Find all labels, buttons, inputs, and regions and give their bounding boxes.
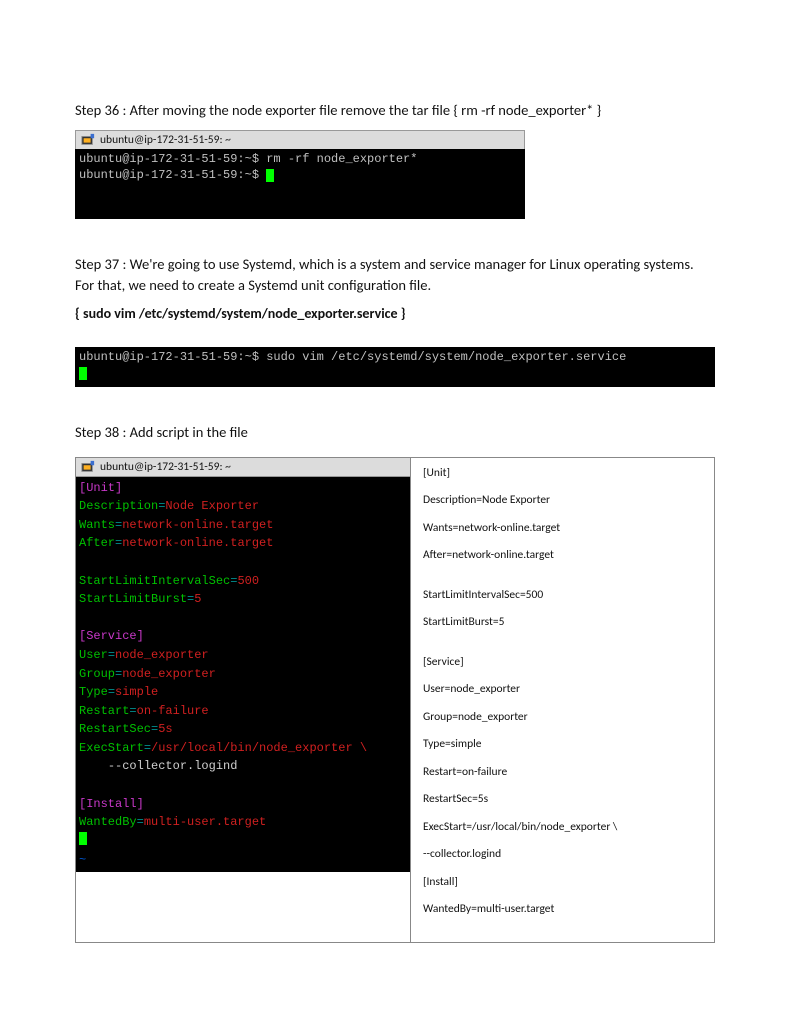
vim-eq: =	[108, 685, 115, 699]
terminal-title-text: ubuntu@ip-172-31-51-59: ~	[100, 133, 231, 147]
command-text: rm -rf node_exporter*	[259, 152, 417, 166]
terminal-37: ubuntu@ip-172-31-51-59:~$ sudo vim /etc/…	[75, 347, 715, 387]
vim-value: 500	[237, 574, 259, 588]
vim-value: Node Exporter	[165, 499, 259, 513]
vim-key: ExecStart	[79, 741, 144, 755]
vim-value: /usr/local/bin/node_exporter \	[151, 741, 367, 755]
config-line: Description=Node Exporter	[423, 493, 702, 509]
vim-key: Group	[79, 667, 115, 681]
vim-key: StartLimitBurst	[79, 592, 187, 606]
prompt: ubuntu@ip-172-31-51-59:~$	[79, 152, 259, 166]
vim-value: node_exporter	[115, 648, 209, 662]
cursor-icon	[266, 169, 274, 182]
vim-value: on-failure	[137, 704, 209, 718]
config-line: Wants=network-online.target	[423, 521, 702, 537]
config-line: Restart=on-failure	[423, 765, 702, 781]
vim-tilde: ~	[79, 853, 86, 867]
step-37-command-bold: { sudo vim /etc/systemd/system/node_expo…	[75, 305, 716, 322]
prompt: ubuntu@ip-172-31-51-59:~$	[79, 350, 259, 364]
vim-key: Type	[79, 685, 108, 699]
vim-key: After	[79, 536, 115, 550]
blank-area	[76, 872, 410, 942]
step-38-section: Step 38 : Add script in the file ubuntu@…	[75, 422, 716, 943]
config-line: After=network-online.target	[423, 548, 702, 564]
vim-value: simple	[115, 685, 158, 699]
command-text: sudo vim /etc/systemd/system/node_export…	[259, 350, 626, 364]
vim-value: multi-user.target	[144, 815, 266, 829]
vim-eq: =	[144, 741, 151, 755]
config-line: ExecStart=/usr/local/bin/node_exporter \	[423, 820, 702, 836]
vim-eq: =	[129, 704, 136, 718]
putty-icon	[81, 460, 95, 474]
config-line: [Install]	[423, 875, 702, 891]
step-36-section: Step 36 : After moving the node exporter…	[75, 100, 716, 219]
vim-continuation: --collector.logind	[79, 759, 237, 773]
config-line: RestartSec=5s	[423, 792, 702, 808]
terminal-titlebar-36: ubuntu@ip-172-31-51-59: ~	[75, 130, 525, 149]
vim-value: 5s	[158, 722, 172, 736]
step-38-right-column: [Unit] Description=Node Exporter Wants=n…	[411, 458, 714, 942]
putty-icon	[81, 133, 95, 147]
prompt: ubuntu@ip-172-31-51-59:~$	[79, 168, 266, 182]
vim-eq: =	[137, 815, 144, 829]
vim-value: network-online.target	[122, 518, 273, 532]
cursor-icon	[79, 367, 87, 380]
cursor-icon	[79, 832, 87, 845]
config-line: [Service]	[423, 655, 702, 671]
config-line: User=node_exporter	[423, 682, 702, 698]
step-36-heading: Step 36 : After moving the node exporter…	[75, 100, 716, 120]
step-38-left-column: ubuntu@ip-172-31-51-59: ~ [Unit] Descrip…	[76, 458, 411, 942]
vim-value: network-online.target	[122, 536, 273, 550]
step-37-heading: Step 37 : We're going to use Systemd, wh…	[75, 254, 716, 295]
vim-key: User	[79, 648, 108, 662]
vim-editor: [Unit] Description=Node Exporter Wants=n…	[76, 477, 410, 872]
config-line: --collector.logind	[423, 847, 702, 863]
vim-key: Restart	[79, 704, 129, 718]
vim-key: Wants	[79, 518, 115, 532]
config-line: StartLimitIntervalSec=500	[423, 588, 702, 604]
vim-key: WantedBy	[79, 815, 137, 829]
vim-eq: =	[108, 648, 115, 662]
config-line: StartLimitBurst=5	[423, 615, 702, 631]
config-line: [Unit]	[423, 466, 702, 482]
terminal-36: ubuntu@ip-172-31-51-59:~$ rm -rf node_ex…	[75, 149, 525, 219]
vim-value: 5	[194, 592, 201, 606]
step-38-heading: Step 38 : Add script in the file	[75, 422, 716, 442]
vim-section-header: [Unit]	[79, 481, 122, 495]
terminal-title-text: ubuntu@ip-172-31-51-59: ~	[100, 460, 231, 474]
vim-section-header: [Service]	[79, 629, 144, 643]
vim-section-header: [Install]	[79, 797, 144, 811]
vim-value: node_exporter	[122, 667, 216, 681]
vim-key: StartLimitIntervalSec	[79, 574, 230, 588]
vim-key: RestartSec	[79, 722, 151, 736]
config-line: Type=simple	[423, 737, 702, 753]
vim-key: Description	[79, 499, 158, 513]
step-38-grid: ubuntu@ip-172-31-51-59: ~ [Unit] Descrip…	[75, 457, 715, 943]
step-37-section: Step 37 : We're going to use Systemd, wh…	[75, 254, 716, 387]
terminal-titlebar-38: ubuntu@ip-172-31-51-59: ~	[76, 458, 410, 477]
config-line: WantedBy=multi-user.target	[423, 902, 702, 918]
config-line: Group=node_exporter	[423, 710, 702, 726]
